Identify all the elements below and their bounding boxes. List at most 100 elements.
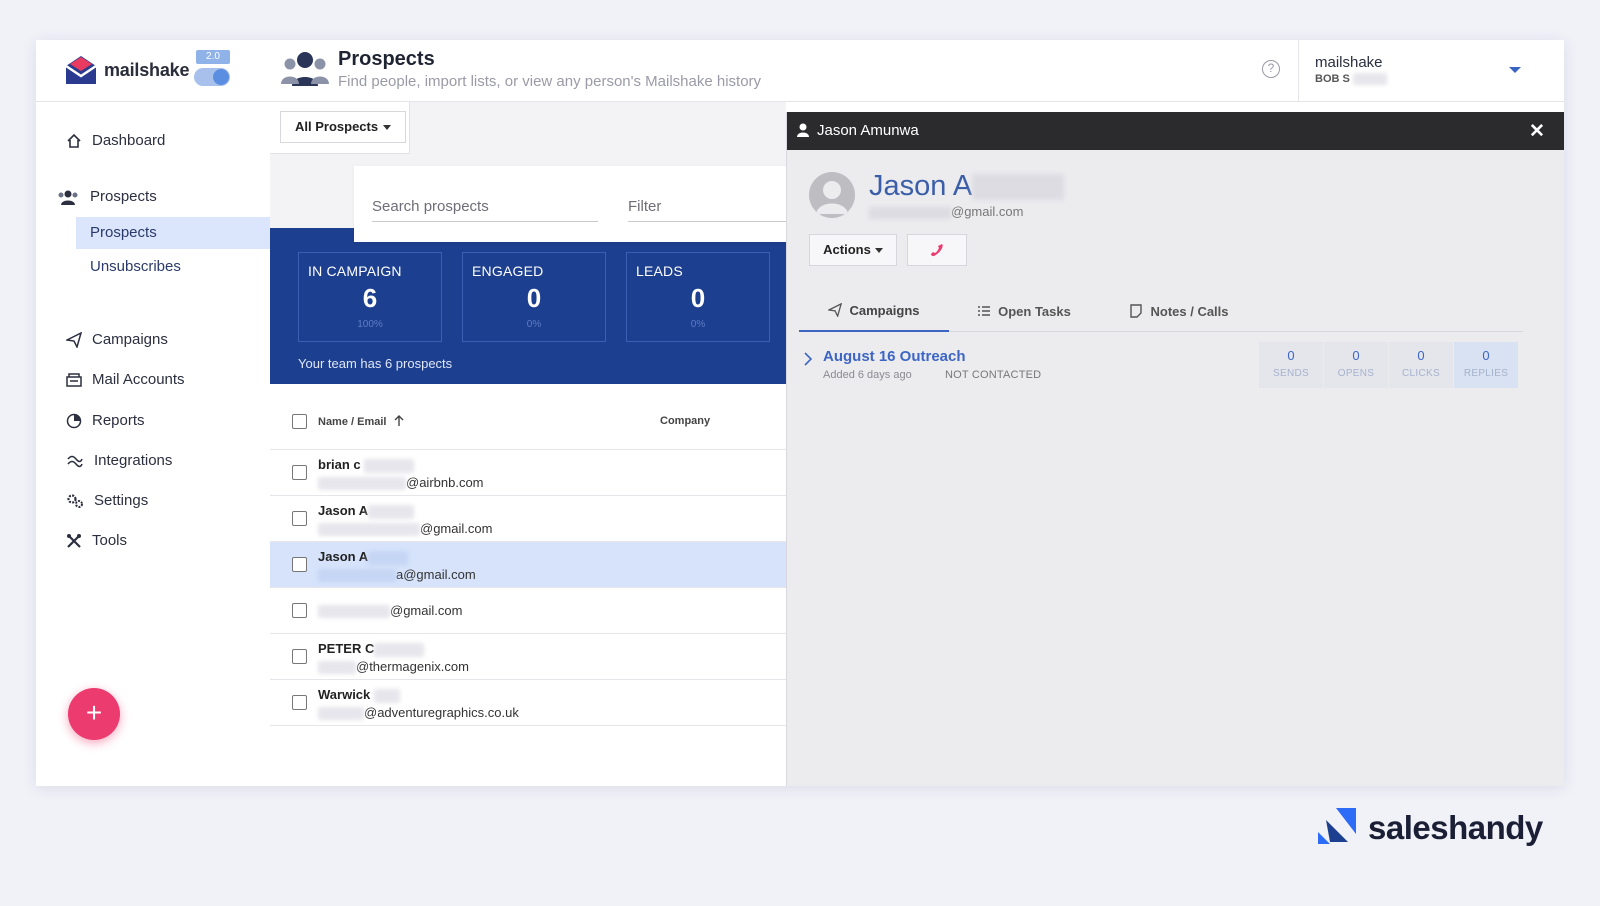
stat-in-campaign[interactable]: IN CAMPAIGN 6 100% <box>298 252 442 342</box>
row-checkbox[interactable] <box>292 465 307 480</box>
home-icon <box>67 133 81 148</box>
campaign-name-link[interactable]: August 16 Outreach <box>823 348 966 365</box>
account-user-name: BOB S <box>1315 73 1350 85</box>
tab-campaigns[interactable]: Campaigns <box>799 290 949 332</box>
page-title: Prospects <box>338 48 435 70</box>
close-icon[interactable]: ✕ <box>1529 120 1545 143</box>
table-row[interactable]: Jason A @gmail.com <box>270 496 786 542</box>
sidebar-item-campaigns[interactable]: Campaigns <box>66 331 168 348</box>
tab-label: Open Tasks <box>998 303 1071 319</box>
stat-value: 0 <box>690 283 706 313</box>
app-window: mailshake 2.0 Prospects Find people, imp… <box>36 40 1564 786</box>
people-icon <box>281 52 329 86</box>
prospect-detail-panel: Jason Amunwa ✕ Jason A @gmail.com Action… <box>786 112 1564 786</box>
prospects-main: All Prospects IN CAMPAIGN 6 100% ENGAGED… <box>270 102 786 786</box>
prospect-email: @gmail.com <box>318 603 462 619</box>
caret-down-icon <box>383 125 392 131</box>
version-switch[interactable]: 2.0 <box>194 50 230 88</box>
page-subtitle: Find people, import lists, or view any p… <box>338 73 762 90</box>
send-icon <box>66 331 82 348</box>
metric-clicks: 0 CLICKS <box>1389 342 1453 388</box>
metric-value: 0 <box>1482 348 1490 363</box>
tab-open-tasks[interactable]: Open Tasks <box>959 290 1089 332</box>
stat-engaged[interactable]: ENGAGED 0 0% <box>462 252 606 342</box>
chevron-down-icon[interactable] <box>1509 67 1521 73</box>
page-header: Prospects Find people, import lists, or … <box>280 48 761 90</box>
prospect-email: @adventuregraphics.co.uk <box>318 705 519 721</box>
tab-notes-calls[interactable]: Notes / Calls <box>1109 290 1249 332</box>
select-all-checkbox[interactable] <box>292 414 307 429</box>
stat-label: IN CAMPAIGN <box>308 263 402 279</box>
stats-band: IN CAMPAIGN 6 100% ENGAGED 0 0% LEADS 0 … <box>270 228 786 384</box>
column-company[interactable]: Company <box>660 415 710 427</box>
column-name-email[interactable]: Name / Email <box>318 415 404 428</box>
sidebar-item-settings[interactable]: Settings <box>66 492 148 509</box>
row-checkbox[interactable] <box>292 695 307 710</box>
row-checkbox[interactable] <box>292 649 307 664</box>
panel-tabs: Campaigns Open Tasks Notes / Calls <box>799 290 1523 332</box>
list-filter-bar: All Prospects <box>270 102 410 154</box>
sidebar-item-integrations[interactable]: Integrations <box>66 452 172 469</box>
add-prospect-button[interactable]: + <box>68 688 120 740</box>
prospects-table: Name / Email Company brian c @airbnb.com… <box>270 384 786 786</box>
sidebar-subitem-prospects[interactable]: Prospects <box>76 217 270 249</box>
metric-label: CLICKS <box>1402 368 1440 379</box>
version-toggle[interactable] <box>194 68 230 86</box>
table-row[interactable]: @gmail.com <box>270 588 786 634</box>
actions-button[interactable]: Actions <box>809 234 897 266</box>
call-button[interactable] <box>907 234 967 266</box>
prospect-email: @gmail.com <box>318 521 492 537</box>
metric-opens: 0 OPENS <box>1324 342 1388 388</box>
filter-input[interactable] <box>628 192 786 222</box>
sidebar-item-tools[interactable]: Tools <box>66 532 127 549</box>
row-checkbox[interactable] <box>292 603 307 618</box>
account-menu[interactable]: mailshake BOB S <box>1298 40 1564 102</box>
prospect-email: @airbnb.com <box>318 475 484 491</box>
search-input[interactable] <box>372 192 598 222</box>
stat-leads[interactable]: LEADS 0 0% <box>626 252 770 342</box>
saleshandy-logo: saleshandy <box>1316 808 1543 848</box>
sidebar-item-prospects[interactable]: Prospects <box>56 188 157 205</box>
mailbox-icon <box>66 372 82 387</box>
all-prospects-dropdown[interactable]: All Prospects <box>280 111 407 143</box>
caret-down-icon <box>874 248 883 254</box>
prospect-email: a@gmail.com <box>318 567 476 583</box>
person-icon <box>797 123 809 137</box>
note-icon <box>1130 304 1143 318</box>
sidebar-item-mail-accounts[interactable]: Mail Accounts <box>66 371 185 388</box>
table-row-selected[interactable]: Jason A a@gmail.com <box>270 542 786 588</box>
row-checkbox[interactable] <box>292 511 307 526</box>
sidebar: Dashboard Prospects Prospects Unsubscrib… <box>36 102 270 786</box>
panel-title: Jason Amunwa <box>817 122 919 139</box>
sidebar-item-label: Integrations <box>94 452 173 469</box>
all-prospects-label: All Prospects <box>295 119 379 134</box>
chevron-right-icon[interactable] <box>803 352 813 366</box>
sidebar-subitem-unsubscribes[interactable]: Unsubscribes <box>76 251 270 283</box>
mailshake-logo[interactable]: mailshake <box>64 54 189 86</box>
tab-label: Notes / Calls <box>1150 303 1229 319</box>
sidebar-item-label: Reports <box>92 412 145 429</box>
person-email: @gmail.com <box>869 204 1023 219</box>
campaign-added: Added 6 days ago <box>823 369 912 381</box>
sidebar-item-label: Tools <box>92 532 128 549</box>
sidebar-item-reports[interactable]: Reports <box>66 412 145 429</box>
help-icon[interactable]: ? <box>1262 60 1280 78</box>
prospect-name: Jason A <box>318 549 409 565</box>
gears-icon <box>67 493 83 508</box>
stat-label: LEADS <box>636 263 683 279</box>
metric-value: 0 <box>1287 348 1295 363</box>
table-header: Name / Email Company <box>270 384 786 450</box>
table-row[interactable]: brian c @airbnb.com <box>270 450 786 496</box>
table-row[interactable]: Warwick @adventuregraphics.co.uk <box>270 680 786 726</box>
avatar <box>809 172 855 218</box>
sidebar-item-dashboard[interactable]: Dashboard <box>66 132 165 149</box>
actions-label: Actions <box>823 242 871 257</box>
integrations-icon <box>67 455 83 467</box>
sidebar-item-label: Dashboard <box>92 132 166 149</box>
logo-text: mailshake <box>104 59 190 80</box>
checklist-icon <box>978 306 991 316</box>
search-card <box>354 166 786 242</box>
row-checkbox[interactable] <box>292 557 307 572</box>
table-row[interactable]: PETER C @thermagenix.com <box>270 634 786 680</box>
campaign-row[interactable]: August 16 Outreach Added 6 days ago NOT … <box>799 342 1523 388</box>
